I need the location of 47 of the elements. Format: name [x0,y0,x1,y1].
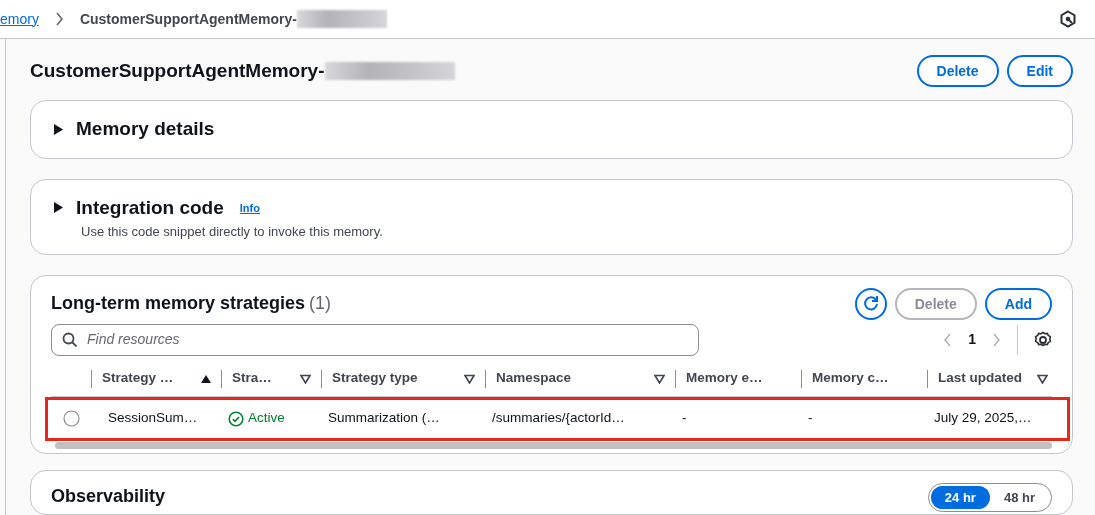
search-field[interactable]: Find resources [51,323,699,356]
check-circle-icon [228,410,244,427]
breadcrumb-link[interactable]: emory [0,8,39,30]
delete-button[interactable]: Delete [916,55,999,87]
column-header[interactable]: Memory c… [801,369,927,388]
caret-right-icon[interactable] [53,202,64,214]
range-tab[interactable]: 24 hr [930,485,990,509]
table-cell-text: - [807,409,814,428]
range-tab[interactable]: 48 hr [989,485,1049,509]
page-title: CustomerSupportAgentMemory- [30,58,325,83]
sort-icon[interactable] [300,373,311,384]
table-cell-text: SessionSum… [107,409,199,428]
section-title: Observability [51,484,166,508]
page-number[interactable]: 1 [968,329,976,350]
info-link[interactable]: Info [239,199,260,216]
table-cell-text: /summaries/{actorId… [491,409,626,428]
table-cell-text: - [681,409,688,428]
caret-right-icon[interactable] [53,123,64,135]
sort-ascending-icon[interactable] [201,373,211,384]
sort-icon[interactable] [1037,373,1048,384]
add-button[interactable]: Add [984,287,1052,320]
sort-icon[interactable] [464,373,475,384]
table-cell-text: July 29, 2025,… [933,409,1033,428]
column-header-text: Strategy type [332,369,418,388]
status-text: Active [248,409,285,428]
panel-title: Long-term memory strategies [51,292,306,315]
section-description: Use this code snippet directly to invoke this memory. [81,223,384,241]
scrollbar[interactable] [55,441,1052,449]
section-title[interactable]: Integration code [76,193,224,222]
item-count: (1) [309,292,332,315]
breadcrumb-current: CustomerSupportAgentMemory- [79,9,297,29]
settings-icon[interactable] [1059,10,1077,28]
settings-icon[interactable] [1034,330,1052,349]
column-header[interactable]: Memory e… [675,369,801,388]
edit-button[interactable]: Edit [1006,55,1073,87]
refresh-icon [861,294,880,313]
column-header-text: Strategy … [102,369,174,388]
table-cell-text: Summarization (… [327,409,441,428]
column-header-text: Last updated [938,369,1022,388]
refresh-button[interactable] [854,287,887,320]
column-header-text: Namespace [496,369,572,388]
search-input[interactable]: Find resources [85,328,688,351]
column-header-text: Stra… [232,369,272,388]
section-title[interactable]: Memory details [76,115,215,144]
chevron-icon [54,12,64,26]
search-icon [62,332,77,347]
sort-icon[interactable] [654,373,665,384]
